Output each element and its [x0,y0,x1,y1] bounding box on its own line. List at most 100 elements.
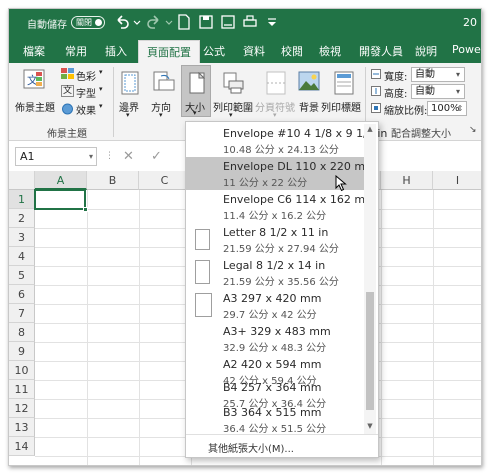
paper-size-title: Legal 8 1/2 x 14 in [223,259,326,272]
tab-page-layout[interactable]: 頁面配置 [138,40,200,63]
height-value: 自動 [415,86,435,97]
ribbon-tabs: 檔案 常用 插入 頁面配置 公式 資料 校閱 檢視 開發人員 說明 Power [9,37,481,63]
paper-size-option[interactable]: Letter 8 1/2 x 11 in 21.59 公分 x 27.94 公分 [186,223,364,256]
menu-scrollbar[interactable]: ▲ ▼ [364,124,376,434]
undo-dropdown-icon[interactable] [133,13,141,31]
scroll-up-icon[interactable]: ▲ [364,125,376,133]
paper-thumbnail-icon [195,229,210,250]
print-area-label: 列印範圍 [213,103,253,114]
quick-print-icon[interactable] [241,13,259,31]
paper-size-icon [189,72,205,94]
row-header-11[interactable]: 11 [9,380,35,399]
column-header-i[interactable]: I [433,171,481,190]
paper-size-menu: Envelope #10 4 1/8 x 9 1/2 in 10.48 公分 x… [185,121,387,458]
tab-review[interactable]: 校閱 [281,43,303,59]
row-header-12[interactable]: 12 [9,399,35,418]
row-header-3[interactable]: 3 [9,228,35,247]
paper-thumbnail-icon [195,293,212,317]
row-header-14[interactable]: 14 [9,437,35,456]
tab-view[interactable]: 檢視 [319,43,341,59]
paper-size-option[interactable]: Envelope C6 114 x 162 mm 11.4 公分 x 16.2 … [186,190,376,223]
tab-developer[interactable]: 開發人員 [359,43,403,59]
fill-handle[interactable] [83,207,88,212]
scroll-down-icon[interactable]: ▼ [364,422,376,430]
row-header-9[interactable]: 9 [9,342,35,361]
row-header-1[interactable]: 1 [9,190,35,209]
tab-insert[interactable]: 插入 [105,43,127,59]
tab-data[interactable]: 資料 [243,43,265,59]
paper-thumbnail-icon [195,260,210,284]
themes-label: 佈景主題 [15,103,55,114]
enter-entry-icon[interactable]: ✓ [151,149,162,164]
width-select[interactable]: 自動 ▾ [411,67,465,82]
paper-size-option[interactable]: B3 364 x 515 mm 36.4 公分 x 51.5 公分 [186,403,364,436]
more-paper-sizes-button[interactable]: 其他紙張大小(M)... [186,434,378,457]
paper-size-option[interactable]: A3 297 x 420 mm 29.7 公分 x 42 公分 [186,289,364,322]
row-header-5[interactable]: 5 [9,266,35,285]
autosave-state: 關閉 [76,18,92,27]
background-icon [298,71,320,91]
name-box-value: A1 [20,150,35,163]
column-header-a[interactable]: A [35,171,87,190]
fonts-icon: 文 [61,85,75,97]
paper-size-title: Letter 8 1/2 x 11 in [223,226,329,239]
tab-help[interactable]: 說明 [415,43,437,59]
autosave-label: 自動儲存 [27,20,67,31]
row-header-6[interactable]: 6 [9,285,35,304]
selected-cell-a1[interactable] [34,189,88,212]
save-icon[interactable] [197,13,215,31]
print-preview-icon[interactable] [219,13,237,31]
row-header-2[interactable]: 2 [9,209,35,228]
scale-input[interactable]: 100% ⇕ [427,101,467,116]
paper-size-dimensions: 36.4 公分 x 51.5 公分 [223,424,327,435]
margins-dropdown-icon: ▾ [126,111,130,119]
height-label: 高度: [384,89,408,100]
tab-power[interactable]: Power [452,43,481,56]
tab-formulas[interactable]: 公式 [203,43,225,59]
name-box-dropdown-icon: ▾ [88,152,93,161]
row-header-4[interactable]: 4 [9,247,35,266]
paper-size-title: A3+ 329 x 483 mm [223,325,331,338]
orientation-dropdown-icon: ▾ [159,111,163,119]
size-button[interactable]: 大小 ▾ [181,65,211,117]
colors-dropdown-icon: ▾ [99,68,103,76]
paper-size-dimensions: 11 公分 x 22 公分 [223,178,308,189]
print-titles-icon [334,71,354,95]
cancel-entry-icon[interactable]: ✕ [123,149,134,164]
select-all-corner[interactable] [9,171,35,190]
column-header-c[interactable]: C [139,171,191,190]
scrollbar-thumb[interactable] [366,292,374,410]
column-header-b[interactable]: B [87,171,139,190]
scale-dialog-launcher-icon[interactable]: ↘ [469,125,477,135]
autosave-toggle[interactable]: 關閉 [71,16,105,29]
row-header-13[interactable]: 13 [9,418,35,437]
excel-window: 自動儲存 關閉 20 檔案 常用 插入 頁面配置 公式 資料 校閱 檢視 開發人… [8,8,482,466]
scale-spinner-icon: ⇕ [456,104,464,113]
name-box[interactable]: A1 ▾ [15,147,97,166]
paper-size-dimensions: 11.4 公分 x 16.2 公分 [223,211,327,222]
paper-size-option[interactable]: A3+ 329 x 483 mm 32.9 公分 x 48.3 公分 [186,322,364,355]
tab-file[interactable]: 檔案 [23,43,45,59]
height-select[interactable]: 自動 ▾ [411,84,465,99]
height-icon [371,86,381,96]
undo-icon[interactable] [113,13,131,31]
more-paper-sizes-label: 其他紙張大小(M)... [208,444,294,455]
print-area-dropdown-icon: ▾ [229,111,233,119]
row-header-10[interactable]: 10 [9,361,35,380]
column-header-h[interactable]: H [381,171,433,190]
row-header-8[interactable]: 8 [9,323,35,342]
paper-size-title: A2 420 x 594 mm [223,358,322,371]
scale-icon [371,103,381,113]
height-select-arrow-icon: ▾ [455,87,460,96]
customize-toolbar-icon[interactable] [263,13,281,31]
themes-icon: 文 [23,69,45,89]
paper-size-option[interactable]: Envelope #10 4 1/8 x 9 1/2 in 10.48 公分 x… [186,124,387,157]
redo-icon[interactable] [145,13,163,31]
redo-dropdown-icon[interactable] [165,13,173,31]
row-header-7[interactable]: 7 [9,304,35,323]
paper-size-dimensions: 21.59 公分 x 27.94 公分 [223,244,339,255]
paper-size-option[interactable]: Legal 8 1/2 x 14 in 21.59 公分 x 35.56 公分 [186,256,364,289]
new-document-icon[interactable] [175,13,193,31]
tab-home[interactable]: 常用 [65,43,87,59]
fonts-label: 字型 [76,89,96,100]
